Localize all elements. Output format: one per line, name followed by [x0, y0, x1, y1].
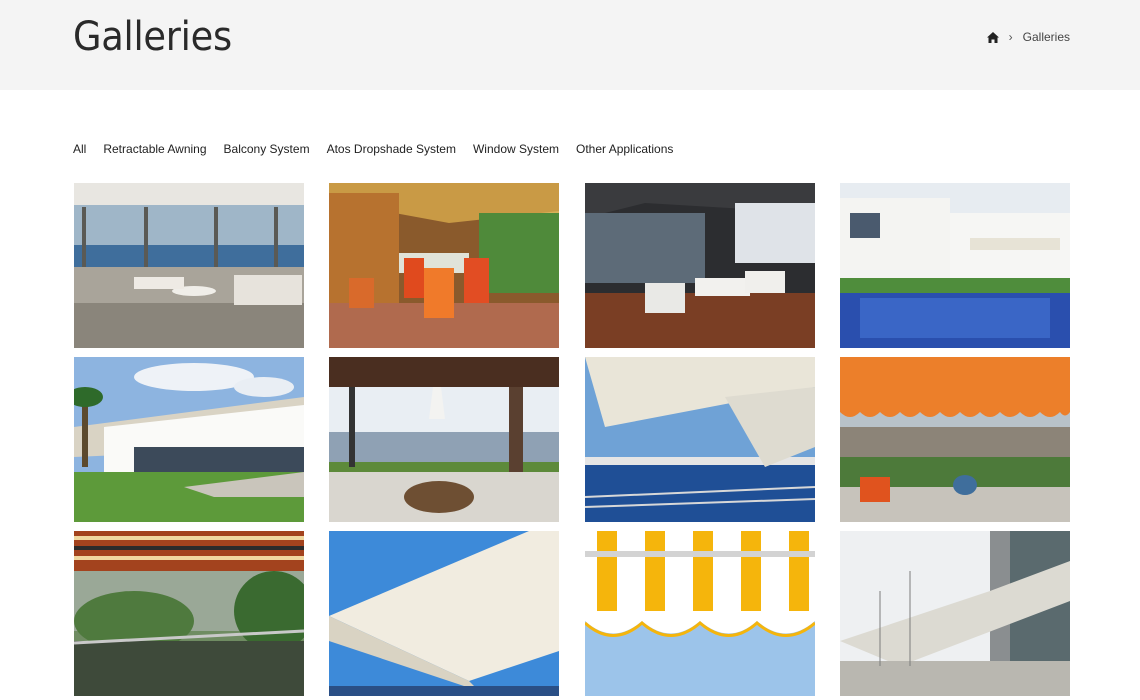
gallery-item-villa-pool[interactable]: [839, 183, 1070, 348]
gallery-photo: [74, 357, 304, 522]
filter-atos-dropshade-system[interactable]: Atos Dropshade System: [327, 142, 456, 156]
gallery-photo: [584, 531, 815, 696]
gallery-photo: [584, 357, 815, 522]
gallery-item-orange-awning[interactable]: [839, 357, 1070, 522]
gallery-photo: [839, 531, 1070, 696]
gallery-item-striped-awning[interactable]: [74, 531, 304, 696]
gallery-photo: [839, 183, 1070, 348]
gallery-item-living-room[interactable]: [74, 183, 304, 348]
filter-other-applications[interactable]: Other Applications: [576, 142, 673, 156]
gallery-item-terrace[interactable]: [584, 183, 815, 348]
gallery-photo: [584, 183, 815, 348]
gallery-photo: [839, 357, 1070, 522]
gallery-item-awning-sea[interactable]: [584, 357, 815, 522]
breadcrumb-separator: ›: [1008, 30, 1013, 44]
gallery-item-street-awning[interactable]: [839, 531, 1070, 696]
page-title: Galleries: [73, 14, 232, 60]
filter-window-system[interactable]: Window System: [473, 142, 559, 156]
gallery-item-cream-awning[interactable]: [329, 531, 560, 696]
gallery-photo: [329, 531, 560, 696]
breadcrumb-current: Galleries: [1022, 30, 1070, 44]
filter-all[interactable]: All: [73, 142, 86, 156]
home-icon[interactable]: [986, 31, 999, 43]
gallery-item-covered-terrace[interactable]: [329, 357, 560, 522]
gallery-filter-bar: All Retractable Awning Balcony System At…: [73, 142, 673, 156]
page-header: Galleries › Galleries: [0, 0, 1140, 90]
gallery-photo: [329, 183, 560, 348]
filter-retractable-awning[interactable]: Retractable Awning: [103, 142, 206, 156]
filter-balcony-system[interactable]: Balcony System: [224, 142, 310, 156]
gallery-photo: [329, 357, 560, 522]
gallery-item-yellow-stripes[interactable]: [584, 531, 815, 696]
gallery-grid: [74, 183, 1070, 696]
gallery-photo: [74, 183, 304, 348]
breadcrumb: › Galleries: [986, 30, 1070, 44]
gallery-photo: [74, 531, 304, 696]
gallery-item-white-villa[interactable]: [74, 357, 304, 522]
gallery-item-conservatory[interactable]: [329, 183, 560, 348]
